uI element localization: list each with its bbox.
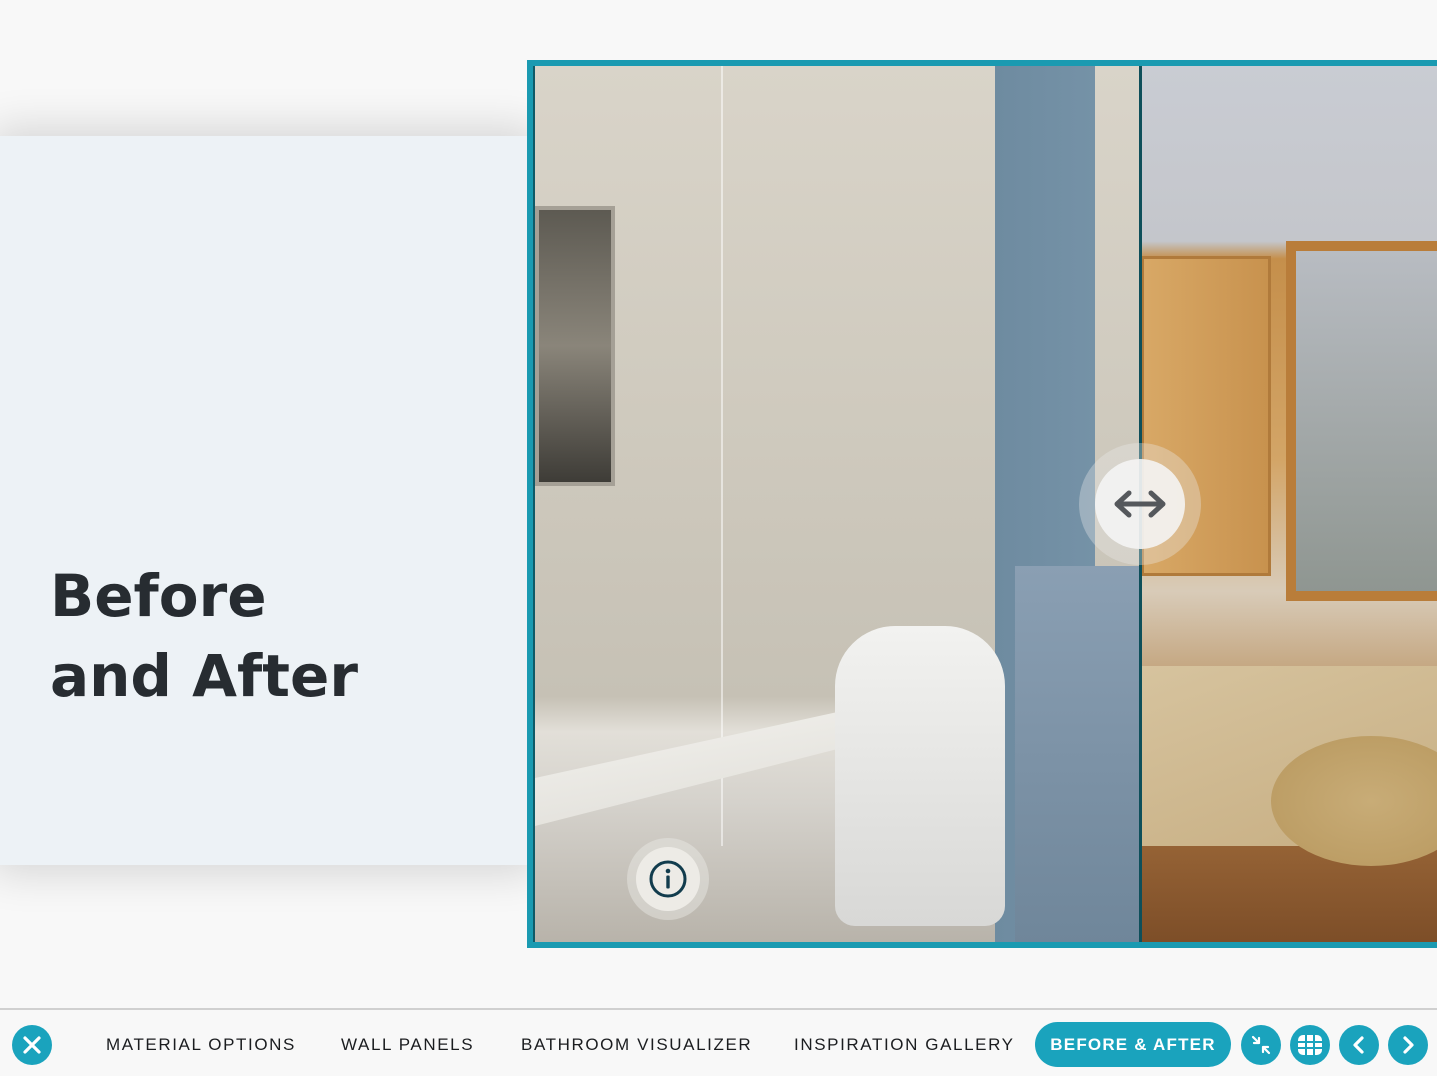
grid-icon [1298, 1035, 1322, 1055]
vanity [1015, 566, 1145, 942]
glass-panel [721, 66, 723, 846]
mirror [1286, 241, 1437, 601]
title-line-1: Before [50, 562, 267, 630]
nav-inspiration-gallery[interactable]: INSPIRATION GALLERY [794, 1035, 1015, 1055]
slide-stage: Before and After [0, 0, 1437, 1008]
close-button[interactable] [12, 1025, 52, 1065]
previous-button[interactable] [1339, 1025, 1379, 1065]
nav-material-options[interactable]: MATERIAL OPTIONS [106, 1035, 296, 1055]
shower-niche [535, 206, 615, 486]
before-after-comparison[interactable] [527, 60, 1437, 948]
grid-view-button[interactable] [1290, 1025, 1330, 1065]
left-right-arrow-icon [1114, 490, 1166, 518]
toilet [835, 626, 1005, 926]
nav-bathroom-visualizer[interactable]: BATHROOM VISUALIZER [521, 1035, 752, 1055]
title-line-2: and After [50, 642, 358, 710]
info-knob [636, 847, 700, 911]
shower-tray [535, 706, 865, 826]
info-icon [649, 860, 687, 898]
text-panel: Before and After [0, 136, 530, 865]
info-button[interactable] [627, 838, 709, 920]
collapse-icon [1251, 1035, 1271, 1055]
nav-wall-panels[interactable]: WALL PANELS [341, 1035, 474, 1055]
collapse-button[interactable] [1241, 1025, 1281, 1065]
nav-before-after-active[interactable]: BEFORE & AFTER [1035, 1022, 1231, 1067]
comparison-slider-handle[interactable] [1079, 443, 1201, 565]
chevron-left-icon [1353, 1036, 1364, 1054]
close-icon [23, 1036, 41, 1054]
after-photo [535, 66, 1145, 942]
chevron-right-icon [1403, 1036, 1414, 1054]
handle-knob [1095, 459, 1185, 549]
next-button[interactable] [1388, 1025, 1428, 1065]
page-title: Before and After [50, 556, 358, 716]
